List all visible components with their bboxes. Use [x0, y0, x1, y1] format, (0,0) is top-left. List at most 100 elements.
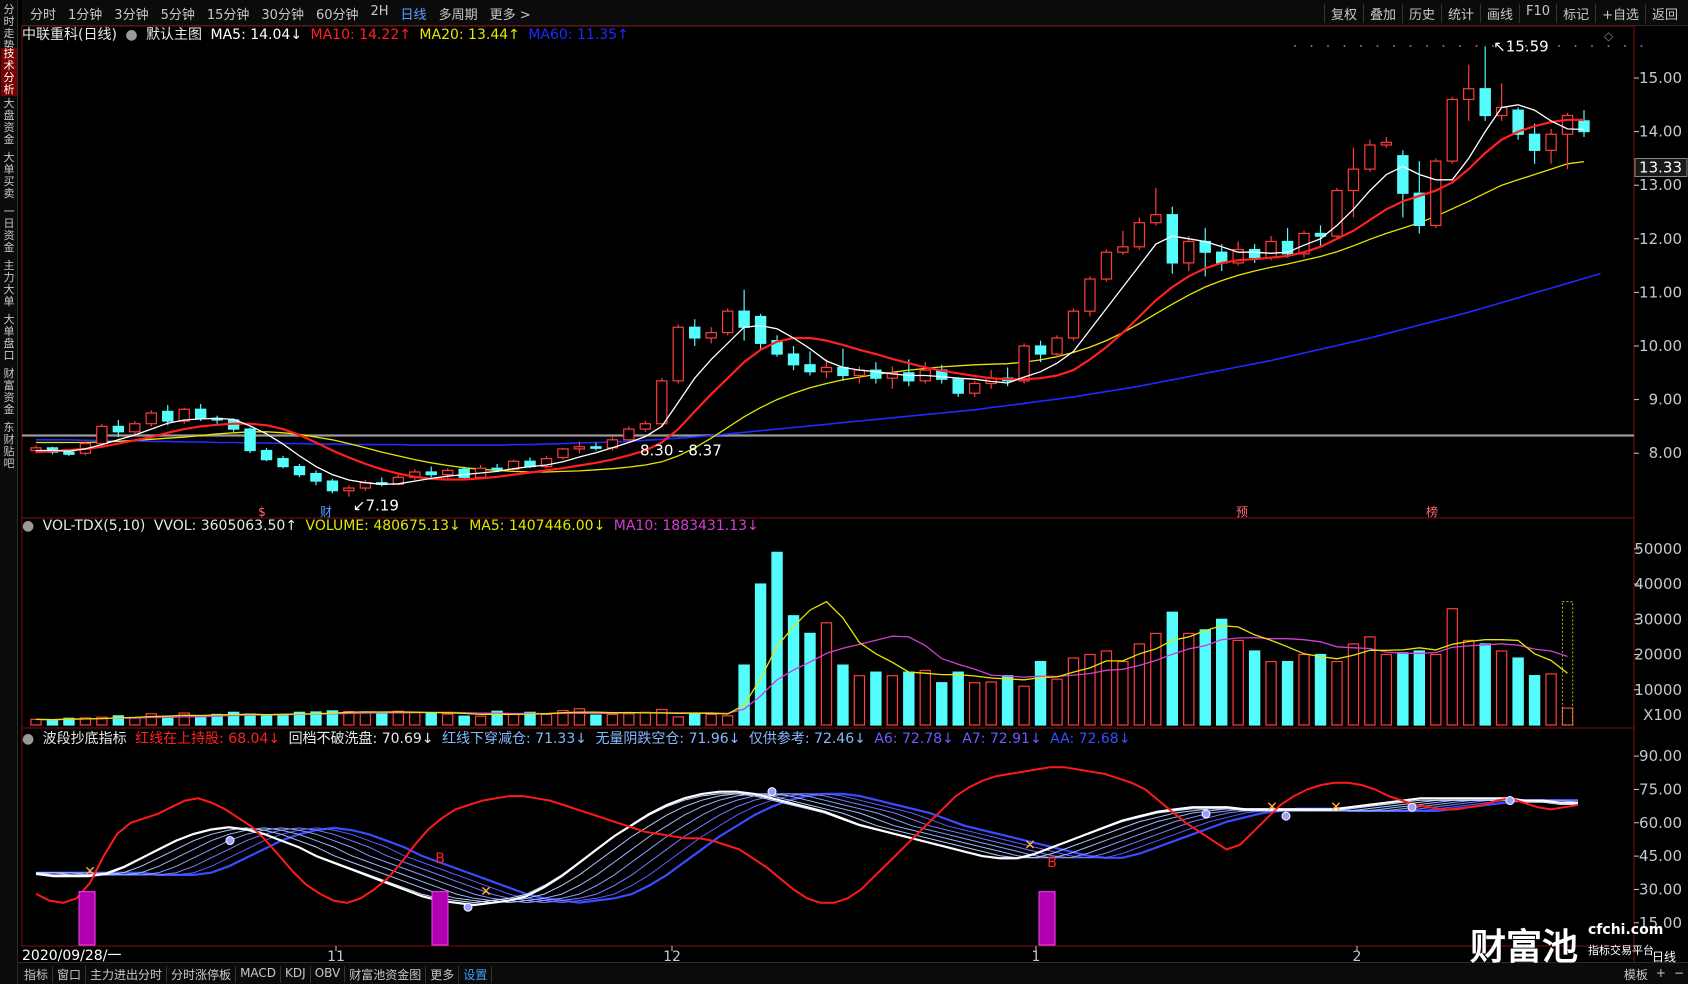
candle-body	[46, 447, 59, 453]
stock-name[interactable]: 中联重科(日线)	[22, 27, 117, 43]
bottom-tab-9[interactable]: 设置	[459, 966, 493, 983]
bottom-right-1[interactable]: +	[1656, 966, 1666, 983]
indicator-name[interactable]: 波段抄底指标	[43, 731, 127, 747]
tool-4[interactable]: 画线	[1480, 4, 1519, 23]
sidebar-item-0[interactable]: 分时走势	[1, 4, 17, 52]
candle-body	[392, 476, 405, 485]
volume-bar	[227, 711, 240, 726]
ind-axis-label: 75.00	[1639, 780, 1682, 798]
volume-bar	[672, 716, 684, 726]
bottom-tab-0[interactable]: 指标	[20, 966, 54, 983]
volume-bar	[1034, 660, 1047, 726]
vol-indicator-name[interactable]: VOL-TDX(5,10)	[43, 518, 146, 534]
candle-body	[656, 380, 668, 425]
volume-bar	[474, 715, 487, 726]
volume-bar	[1512, 657, 1524, 726]
sidebar-item-2[interactable]: 大盘资金	[1, 98, 17, 146]
top-dot	[1574, 45, 1577, 47]
period-7[interactable]: 2H	[371, 4, 389, 23]
chart-canvas[interactable]: 15.00 14.00 13.00 12.00 11.00 10.00 9.00 8.00 13…	[0, 0, 1688, 984]
template-toggle-icon[interactable]: ●	[125, 27, 137, 43]
volume-bar	[145, 713, 157, 726]
tool-2[interactable]: 历史	[1401, 4, 1441, 23]
candle-body	[1331, 189, 1343, 237]
sidebar-item-1[interactable]: 技术分析	[1, 48, 17, 96]
bottom-tab-7[interactable]: 财富池资金图	[345, 966, 427, 983]
tool-0[interactable]: 复权	[1323, 4, 1363, 23]
ind-line-1: 红线在上持股: 68.04↓	[135, 731, 281, 747]
volume-bar	[30, 718, 42, 726]
top-dot	[1310, 45, 1313, 47]
tool-6[interactable]: 标记	[1556, 4, 1595, 23]
sidebar-item-3[interactable]: 大单买卖	[1, 152, 17, 200]
period-toolbar: 分时 1分钟 3分钟 5分钟 15分钟 30分钟 60分钟 2H 日线 多周期 更多 > 复权 叠加历…	[22, 0, 1688, 26]
ma60-line	[36, 272, 1601, 447]
bottom-tab-3[interactable]: 分时涨停板	[167, 966, 237, 983]
top-dot	[1376, 45, 1379, 47]
top-dot	[1393, 45, 1395, 47]
sidebar-item-4[interactable]: 一日资金	[1, 206, 17, 254]
volume-bar	[1397, 652, 1409, 726]
tool-3[interactable]: 统计	[1441, 4, 1480, 23]
volume-bar	[1364, 636, 1376, 726]
period-2[interactable]: 3分钟	[114, 4, 148, 23]
volume-bar	[968, 682, 981, 726]
sidebar-item-7[interactable]: 财富资金	[1, 368, 17, 416]
sidebar-item-8[interactable]: 东财贴吧	[1, 422, 17, 470]
period-6[interactable]: 60分钟	[316, 4, 359, 23]
bottom-right-2[interactable]: −	[1674, 966, 1684, 983]
period-8[interactable]: 日线	[401, 4, 427, 23]
period-9[interactable]: 多周期	[439, 4, 478, 23]
bottom-tab-2[interactable]: 主力进出分时	[86, 966, 168, 983]
candle-body	[112, 425, 125, 433]
volume-bar	[1314, 653, 1327, 726]
ma20-label: MA20: 13.44↑	[419, 27, 520, 43]
bottom-tab-1[interactable]: 窗口	[53, 966, 87, 983]
sidebar-item-5[interactable]: 主力大单	[1, 260, 17, 308]
watermark-main: 财富池	[1470, 927, 1579, 968]
volume-bar	[441, 713, 454, 726]
period-3[interactable]: 5分钟	[161, 4, 195, 23]
volume-bar	[540, 713, 553, 726]
candle-body	[1446, 98, 1458, 162]
tool-1[interactable]: 叠加	[1362, 4, 1402, 23]
bottom-tab-5[interactable]: KDJ	[281, 966, 311, 983]
candle-body	[672, 326, 684, 382]
price-axis-label: 12.00	[1639, 230, 1682, 248]
indicator-toggle-icon[interactable]: ●	[22, 731, 34, 747]
bottom-right-0[interactable]: 模板	[1624, 966, 1648, 983]
candle-body	[573, 446, 586, 450]
top-dot	[1343, 45, 1346, 47]
period-4[interactable]: 15分钟	[207, 4, 250, 23]
period-1[interactable]: 1分钟	[68, 4, 102, 23]
volume-bar	[1528, 675, 1541, 726]
ma5-line	[36, 104, 1585, 485]
candle-body	[474, 467, 487, 478]
period-10[interactable]: 更多 >	[490, 4, 531, 23]
candle-body	[376, 482, 388, 485]
candle-body	[1232, 248, 1244, 264]
tool-8[interactable]: 返回	[1644, 4, 1684, 23]
volume-bar	[1166, 611, 1179, 726]
bottom-tab-6[interactable]: OBV	[311, 966, 346, 983]
candle-body	[1347, 168, 1360, 192]
tool-7[interactable]: +自选	[1595, 4, 1645, 23]
sidebar-item-6[interactable]: 大单盘口	[1, 314, 17, 362]
ind-white-line	[35, 790, 1578, 907]
volume-toggle-icon[interactable]: ●	[22, 518, 34, 534]
period-5[interactable]: 30分钟	[261, 4, 304, 23]
bottom-tab-8[interactable]: 更多	[426, 966, 460, 983]
candle-body	[886, 372, 899, 379]
diamond-icon: ◇	[1604, 29, 1614, 43]
ind-fan-line	[36, 793, 1578, 904]
bottom-tab-4[interactable]: MACD	[236, 966, 282, 983]
candle-body	[1150, 214, 1162, 224]
volume-bar	[79, 717, 92, 726]
volume-bar	[1545, 673, 1557, 726]
template-name[interactable]: 默认主图	[146, 27, 202, 43]
volume-bar	[1001, 675, 1014, 726]
period-0[interactable]: 分时	[30, 4, 56, 23]
volume-bar	[870, 671, 882, 726]
ma5-label: MA5: 14.04↓	[210, 27, 303, 43]
tool-5[interactable]: F10	[1519, 4, 1556, 23]
